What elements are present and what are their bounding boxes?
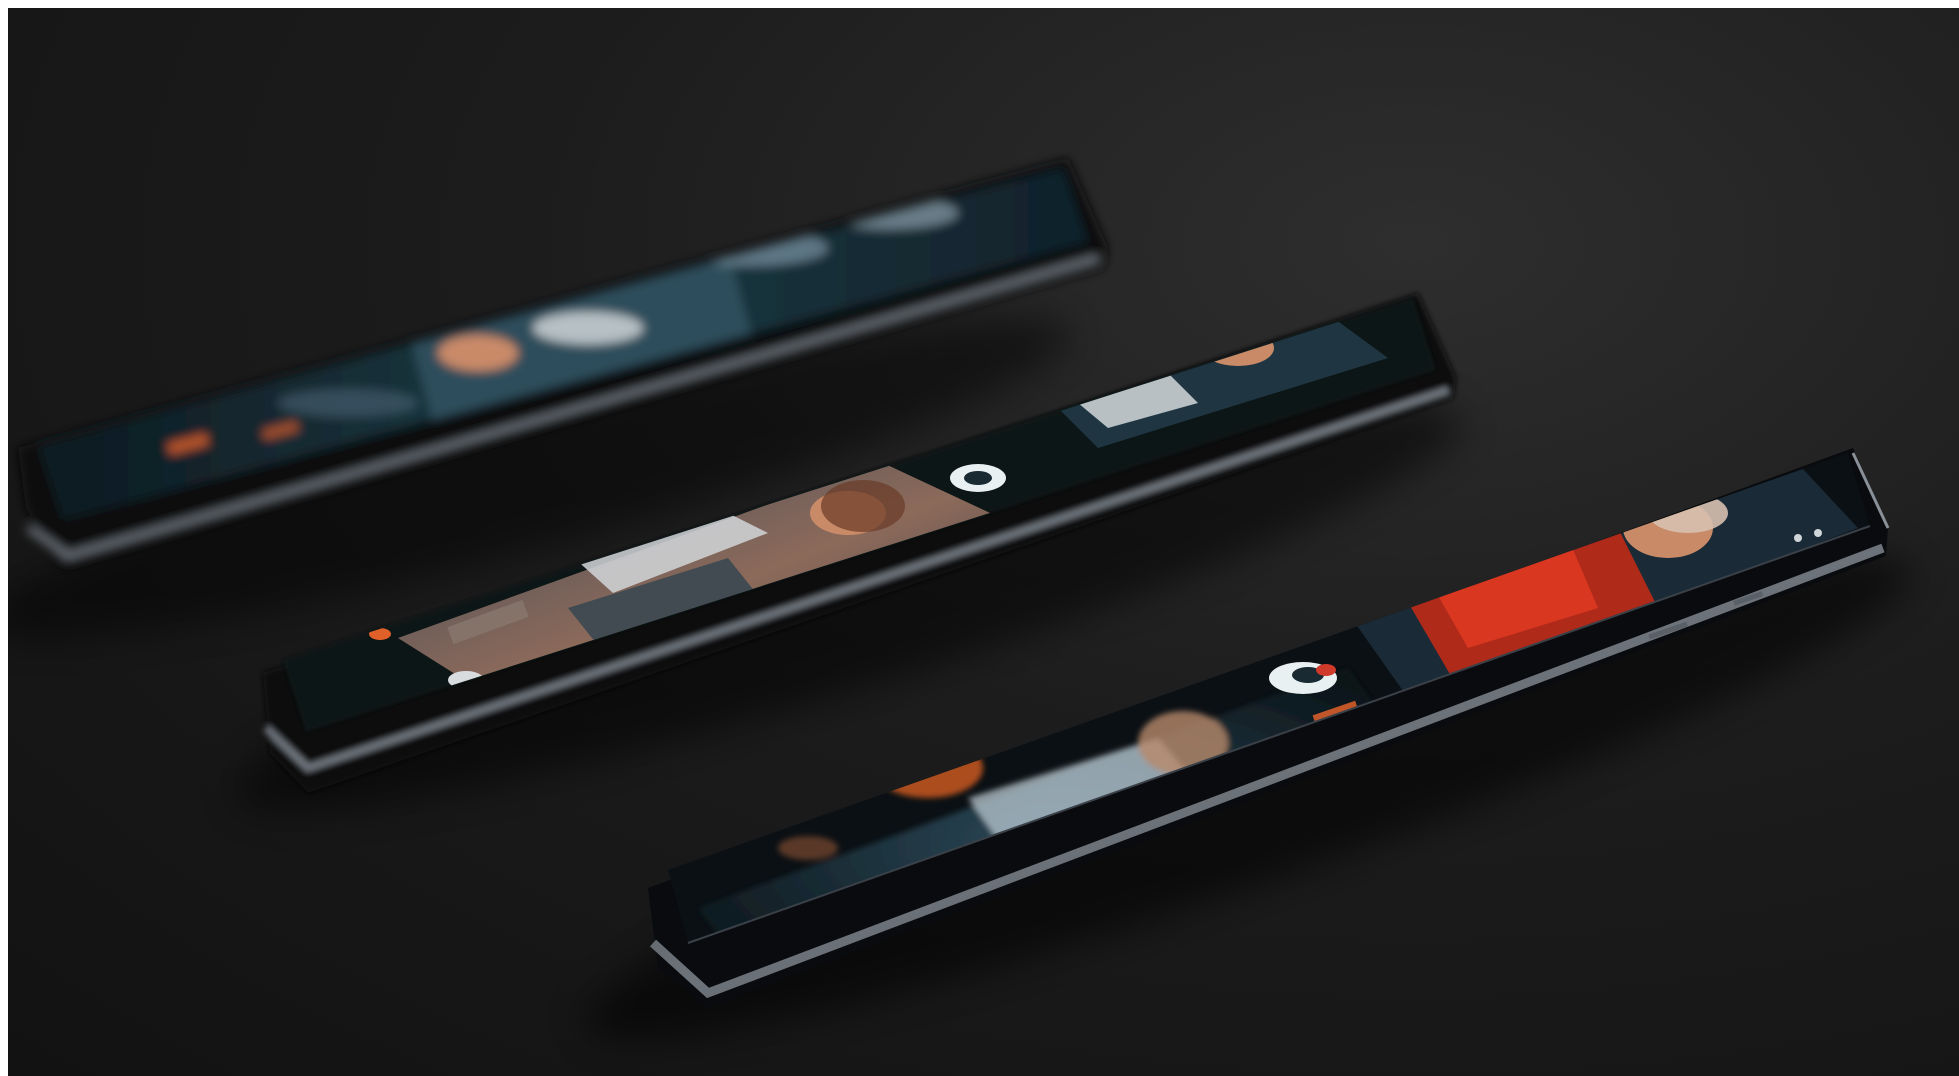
phones-scene bbox=[8, 158, 1911, 1040]
photo-frame bbox=[8, 8, 1959, 1076]
